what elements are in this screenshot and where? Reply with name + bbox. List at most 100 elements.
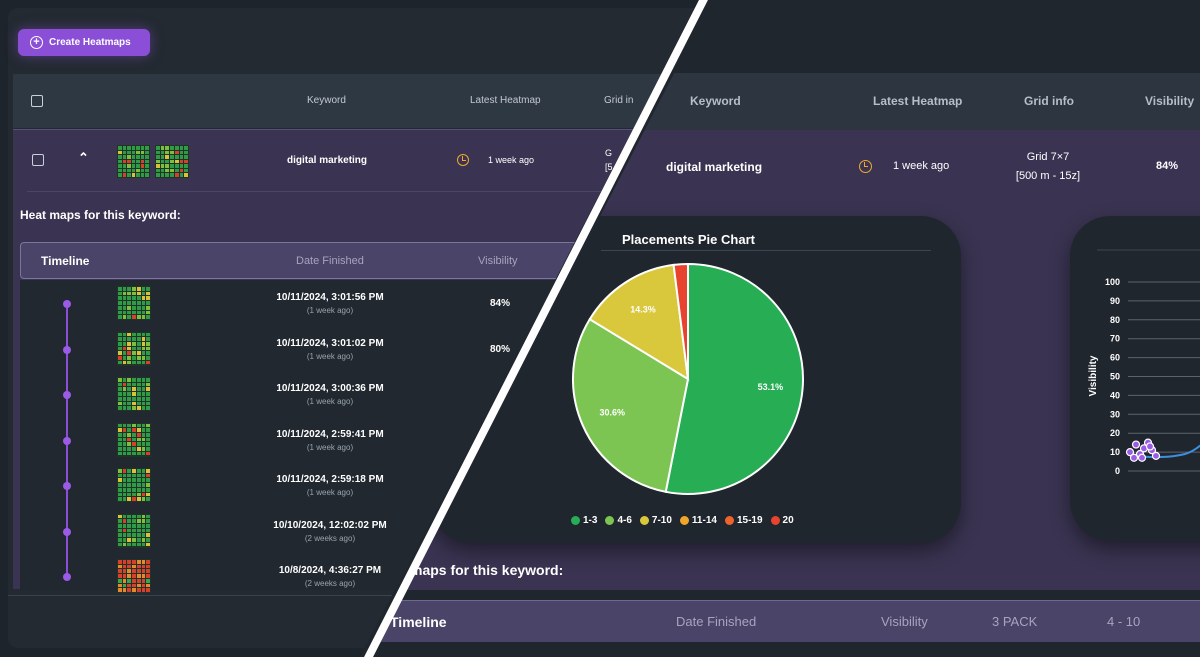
legend-item[interactable]: 4-6 — [605, 515, 632, 526]
y-tick-label: 40 — [1110, 390, 1120, 400]
row-keyword: digital marketing — [287, 155, 368, 166]
heatmap-thumbnail[interactable] — [117, 377, 151, 411]
row-keyword: digital marketing — [666, 160, 763, 174]
y-tick-label: 10 — [1110, 447, 1120, 457]
legend-item[interactable]: 15-19 — [724, 515, 763, 526]
legend-label: 11-14 — [691, 515, 717, 526]
y-axis-label: Visibility — [1088, 355, 1099, 396]
clock-icon — [457, 154, 469, 166]
timeline-relative: (1 week ago) — [306, 488, 354, 497]
legend-swatch — [724, 516, 734, 525]
legend-item[interactable]: 20 — [770, 515, 794, 526]
visibility-point[interactable] — [1151, 451, 1161, 460]
y-tick-label: 70 — [1110, 334, 1120, 344]
y-tick-label: 30 — [1110, 409, 1120, 419]
create-heatmaps-label: Create Heatmaps — [49, 37, 131, 48]
timeline-dot — [63, 436, 71, 445]
visibility-point[interactable] — [1137, 453, 1147, 462]
timeline-dot — [63, 527, 71, 536]
heatmaps-subtitle: Heat maps for this keyword: — [20, 208, 181, 222]
legend-item[interactable]: 11-14 — [679, 515, 717, 526]
row-latest-ago: 1 week ago — [893, 160, 950, 172]
heatmap-thumbnail[interactable] — [117, 286, 151, 320]
timeline-date: 10/11/2024, 2:59:18 PM — [276, 474, 384, 485]
header-keyword[interactable]: Keyword — [690, 94, 741, 108]
header-visibility[interactable]: Visibility — [1145, 94, 1194, 108]
timeline-header: Timeline Date Finished Visibility 3 PACK… — [372, 600, 1200, 642]
range-4-10-col[interactable]: 4 - 10 — [1107, 614, 1140, 629]
header-grid-info[interactable]: Grid in — [604, 95, 633, 106]
timeline-dot — [63, 573, 71, 581]
timeline-date: 10/10/2024, 12:02:02 PM — [273, 519, 387, 531]
legend-swatch — [571, 516, 580, 525]
timeline-date: 10/11/2024, 2:59:41 PM — [276, 428, 384, 440]
header-latest-heatmap[interactable]: Latest Heatmap — [470, 95, 541, 106]
pie-legend: 1-3 4-6 7-10 11-14 15-19 20 — [571, 515, 794, 526]
header-keyword[interactable]: Keyword — [307, 95, 346, 106]
heatmap-thumbnail[interactable] — [117, 422, 151, 457]
heatmap-thumbnail[interactable] — [117, 145, 150, 178]
legend-swatch — [639, 516, 649, 525]
visibility-line-chart[interactable]: 0 10 20 30 40 50 60 70 80 90 100 Visibility — [1070, 216, 1200, 541]
y-tick-label: 80 — [1110, 315, 1120, 325]
visibility-col[interactable]: Visibility — [881, 614, 928, 629]
plus-circle-icon: + — [30, 36, 43, 49]
create-heatmaps-button[interactable]: + Create Heatmaps — [18, 29, 150, 56]
collapse-chevron-icon[interactable]: ⌃ — [78, 150, 89, 166]
visibility-point[interactable] — [1145, 442, 1155, 451]
timeline-relative: (2 weeks ago) — [304, 533, 356, 543]
heatmaps-subtitle: maps for this keyword: — [410, 562, 564, 578]
y-tick-label: 0 — [1115, 466, 1120, 476]
row-latest-ago: 1 week ago — [488, 155, 535, 165]
heatmap-thumbnail[interactable] — [117, 513, 151, 548]
grid-info-line1: Grid 7×7 — [1026, 151, 1070, 163]
heatmap-thumbnail[interactable] — [155, 145, 189, 178]
app-stage: + Create Heatmaps Keyword Latest Heatmap… — [0, 0, 1200, 657]
row-checkbox[interactable] — [32, 154, 44, 166]
date-finished-col[interactable]: Date Finished — [676, 614, 756, 629]
legend-label: 7-10 — [651, 515, 672, 526]
timeline-relative: (1 week ago) — [306, 351, 354, 361]
three-pack-col[interactable]: 3 PACK — [992, 614, 1037, 629]
legend-swatch — [679, 516, 689, 525]
timeline-dot — [63, 345, 71, 354]
y-tick-label: 60 — [1110, 353, 1120, 363]
visibility-point[interactable] — [1131, 440, 1141, 449]
heatmap-thumbnail[interactable] — [117, 559, 151, 593]
timeline-col: Timeline — [390, 614, 447, 630]
timeline-relative: (2 weeks ago) — [304, 579, 356, 588]
legend-item[interactable]: 1-3 — [571, 515, 597, 526]
y-tick-label: 90 — [1110, 296, 1120, 306]
header-latest-heatmap[interactable]: Latest Heatmap — [873, 94, 962, 108]
legend-label: 20 — [782, 515, 794, 526]
grid-info-line2: [5 — [605, 162, 613, 172]
legend-label: 1-3 — [583, 515, 598, 526]
visibility-col[interactable]: Visibility — [478, 255, 518, 267]
header-grid-info[interactable]: Grid info — [1024, 94, 1074, 108]
visibility-line-card: 0 10 20 30 40 50 60 70 80 90 100 Visibility — [1070, 216, 1200, 541]
legend-label: 4-6 — [617, 515, 632, 526]
timeline-relative: (1 week ago) — [306, 397, 354, 406]
timeline-relative: (1 week ago) — [306, 306, 354, 315]
clock-icon — [859, 160, 872, 173]
timeline-date: 10/8/2024, 4:36:27 PM — [278, 565, 382, 576]
heatmap-thumbnail[interactable] — [117, 468, 151, 502]
pie-slice-label: 14.3% — [630, 305, 656, 315]
row-grid-info: G [5 — [605, 146, 613, 174]
legend-item[interactable]: 7-10 — [639, 515, 672, 526]
y-tick-label: 50 — [1110, 372, 1120, 382]
date-finished-col[interactable]: Date Finished — [296, 255, 364, 267]
visibility-point[interactable] — [1129, 453, 1139, 462]
timeline-dot — [63, 482, 71, 490]
timeline-date: 10/11/2024, 3:01:56 PM — [276, 292, 384, 303]
timeline-date: 10/11/2024, 3:01:02 PM — [276, 337, 384, 349]
timeline-visibility: 80% — [490, 343, 511, 355]
timeline-col: Timeline — [41, 254, 90, 268]
heatmap-thumbnail[interactable] — [117, 331, 151, 366]
legend-swatch — [770, 516, 780, 525]
y-tick-label: 100 — [1105, 277, 1120, 287]
y-tick-label: 20 — [1110, 428, 1120, 438]
select-all-checkbox[interactable] — [31, 95, 43, 107]
row-visibility: 84% — [1156, 160, 1179, 172]
timeline-dot — [63, 391, 71, 399]
